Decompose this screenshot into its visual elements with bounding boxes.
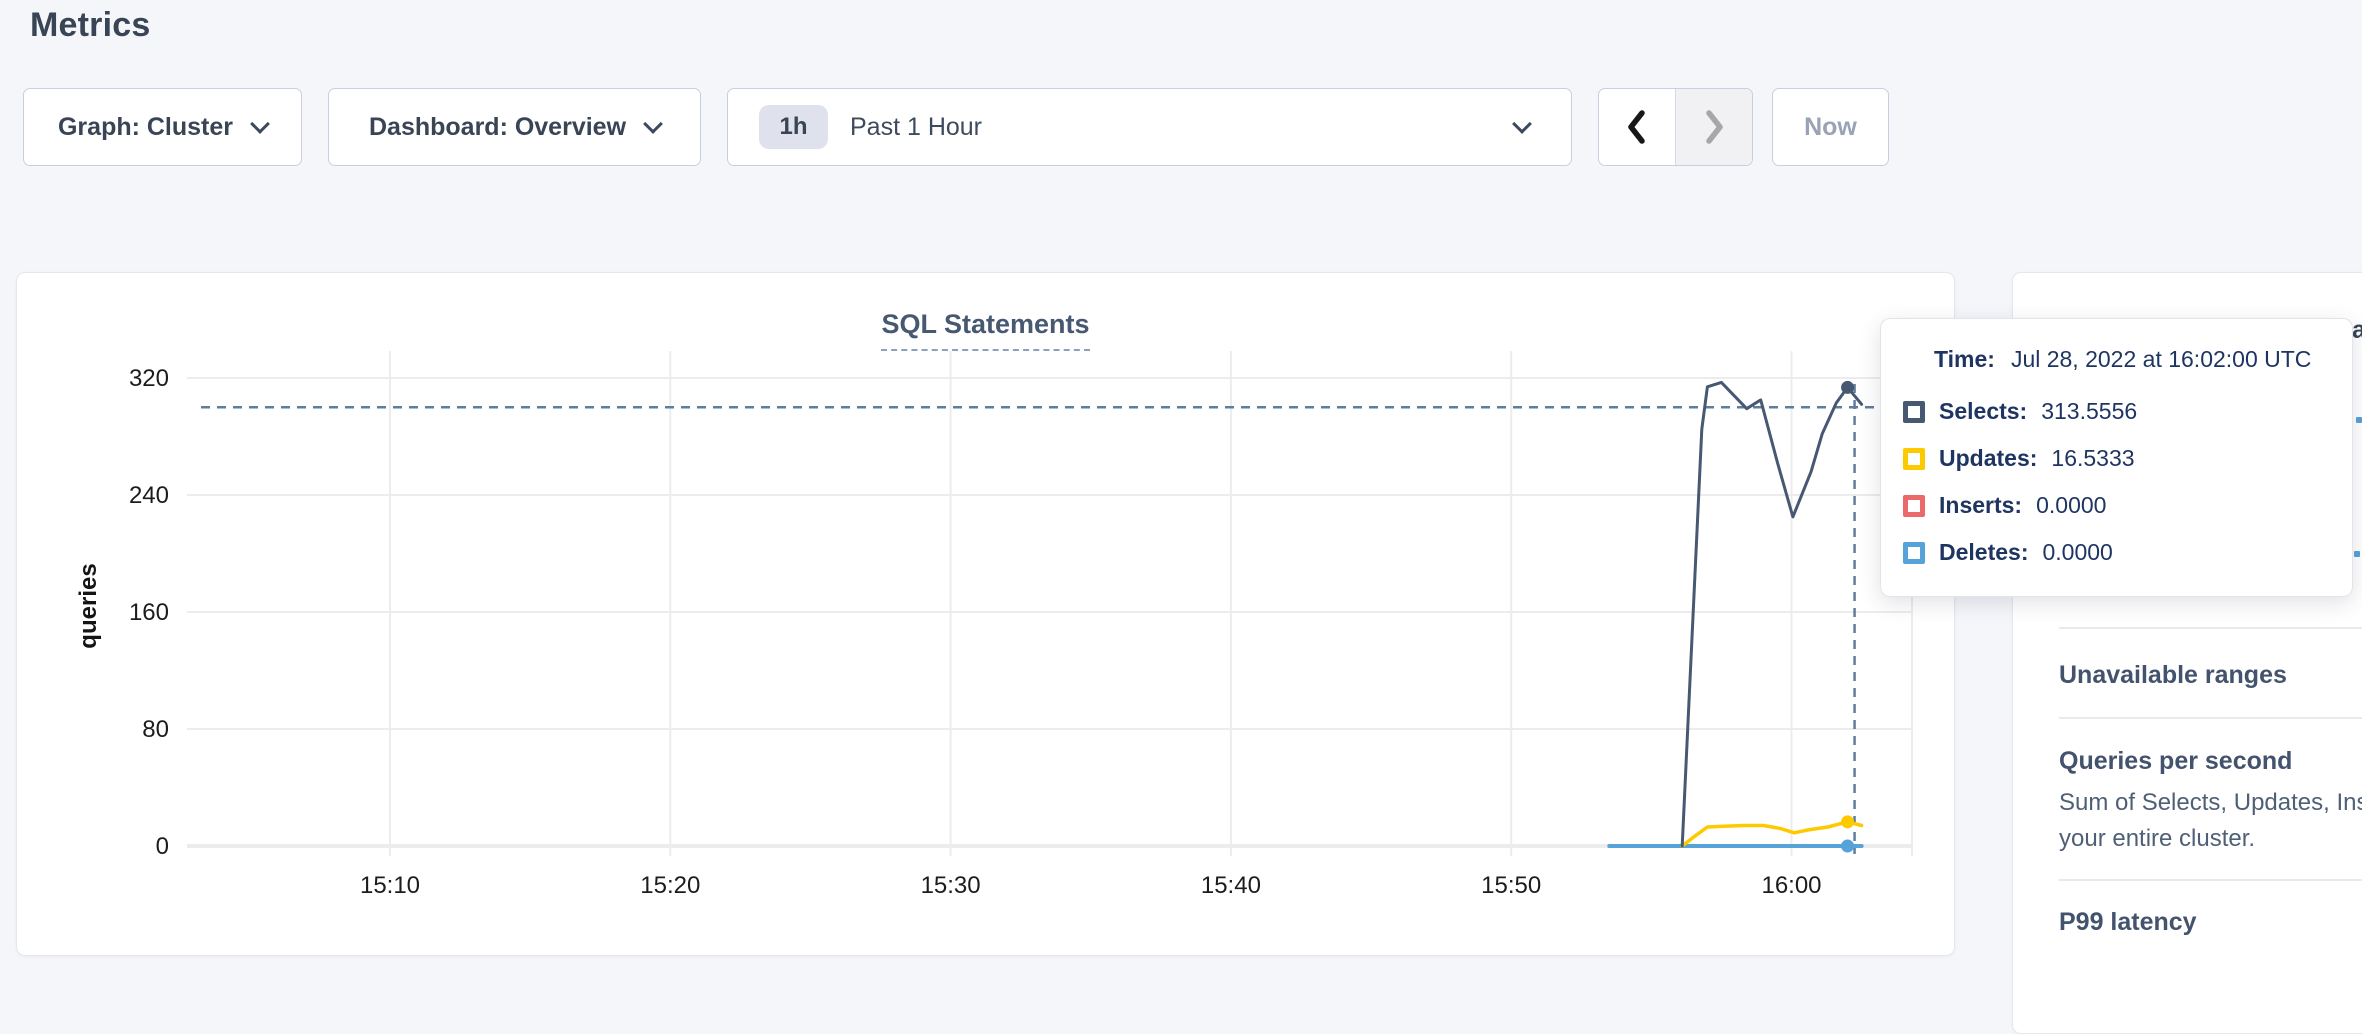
tooltip-row-label: Updates: bbox=[1939, 445, 2037, 472]
hover-dot-selects bbox=[1841, 381, 1854, 394]
y-tick-label: 320 bbox=[129, 365, 169, 392]
x-tick-label: 15:10 bbox=[360, 872, 420, 899]
time-forward-button[interactable] bbox=[1675, 89, 1752, 165]
tooltip-row-label: Inserts: bbox=[1939, 492, 2022, 519]
divider bbox=[2059, 717, 2362, 719]
x-tick-label: 15:40 bbox=[1201, 872, 1261, 899]
updates-legend-swatch-icon bbox=[1903, 448, 1925, 470]
time-range-dropdown[interactable]: 1h Past 1 Hour bbox=[727, 88, 1572, 166]
x-tick-label: 16:00 bbox=[1761, 872, 1821, 899]
clipped-sidebar-fragment bbox=[2356, 417, 2362, 423]
sql-statements-card: SQL Statements queries 08016024032015:10… bbox=[16, 272, 1955, 956]
chart-hover-tooltip: Time: Jul 28, 2022 at 16:02:00 UTC Select… bbox=[1880, 318, 2353, 597]
tooltip-row-value: 313.5556 bbox=[2041, 398, 2137, 425]
y-tick-label: 240 bbox=[129, 482, 169, 509]
chevron-down-icon bbox=[1512, 114, 1532, 134]
y-tick-label: 0 bbox=[156, 833, 169, 860]
tooltip-row-updates: Updates: 16.5333 bbox=[1903, 445, 2135, 472]
x-tick-label: 15:30 bbox=[921, 872, 981, 899]
sidebar-description-queries-per-second: Sum of Selects, Updates, Inser your enti… bbox=[2059, 785, 2362, 857]
tooltip-row-label: Deletes: bbox=[1939, 539, 2028, 566]
hover-dot-updates bbox=[1841, 815, 1854, 828]
time-back-button[interactable] bbox=[1599, 89, 1675, 165]
chevron-left-icon bbox=[1625, 109, 1649, 145]
tooltip-row-selects: Selects: 313.5556 bbox=[1903, 398, 2137, 425]
clipped-sidebar-fragment bbox=[2354, 551, 2360, 557]
x-tick-label: 15:20 bbox=[640, 872, 700, 899]
tooltip-row-label: Selects: bbox=[1939, 398, 2027, 425]
page-title: Metrics bbox=[30, 6, 150, 45]
deletes-legend-swatch-icon bbox=[1903, 542, 1925, 564]
sidebar-heading-queries-per-second: Queries per second bbox=[2059, 747, 2292, 776]
time-nav-group bbox=[1598, 88, 1753, 166]
sidebar-heading-unavailable-ranges: Unavailable ranges bbox=[2059, 661, 2287, 690]
dashboard-dropdown-label: Dashboard: Overview bbox=[369, 113, 626, 142]
time-range-label: Past 1 Hour bbox=[850, 113, 982, 142]
tooltip-row-value: 0.0000 bbox=[2036, 492, 2106, 519]
now-button[interactable]: Now bbox=[1772, 88, 1889, 166]
time-range-badge: 1h bbox=[759, 105, 828, 149]
x-tick-label: 15:50 bbox=[1481, 872, 1541, 899]
divider bbox=[2059, 627, 2362, 629]
sidebar-heading-p99-latency: P99 latency bbox=[2059, 908, 2197, 937]
chevron-right-icon bbox=[1702, 109, 1726, 145]
tooltip-row-value: 16.5333 bbox=[2051, 445, 2134, 472]
tooltip-time-value: Jul 28, 2022 at 16:02:00 UTC bbox=[2011, 346, 2311, 372]
tooltip-time-label: Time: bbox=[1934, 346, 1995, 372]
y-tick-label: 160 bbox=[129, 599, 169, 626]
tooltip-row-inserts: Inserts: 0.0000 bbox=[1903, 492, 2106, 519]
tooltip-row-value: 0.0000 bbox=[2042, 539, 2112, 566]
selects-legend-swatch-icon bbox=[1903, 401, 1925, 423]
graph-dropdown-label: Graph: Cluster bbox=[58, 113, 233, 142]
dashboard-dropdown[interactable]: Dashboard: Overview bbox=[328, 88, 701, 166]
inserts-legend-swatch-icon bbox=[1903, 495, 1925, 517]
tooltip-time-row: Time: Jul 28, 2022 at 16:02:00 UTC bbox=[1934, 346, 2311, 373]
sql-statements-chart[interactable]: 0 80 160 240 320 15:10 15:20 15:30 15:40 15:50 16:… bbox=[17, 273, 1954, 955]
series-line-updates bbox=[1682, 822, 1861, 846]
divider bbox=[2059, 879, 2362, 881]
chevron-down-icon bbox=[643, 114, 663, 134]
graph-dropdown[interactable]: Graph: Cluster bbox=[23, 88, 302, 166]
series-line-selects bbox=[1682, 382, 1861, 846]
hover-dot-deletes bbox=[1841, 840, 1854, 853]
tooltip-row-deletes: Deletes: 0.0000 bbox=[1903, 539, 2113, 566]
chevron-down-icon bbox=[250, 114, 270, 134]
y-tick-label: 80 bbox=[142, 716, 169, 743]
clipped-heading-fragment: a bbox=[2352, 316, 2362, 345]
